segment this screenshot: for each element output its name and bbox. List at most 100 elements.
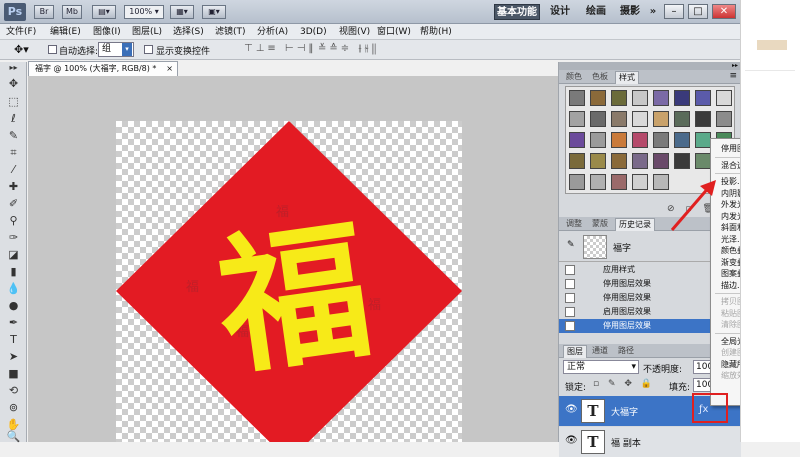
gradient-tool-icon[interactable]: ▮ (6, 264, 21, 279)
style-swatch[interactable] (695, 132, 711, 148)
tab-styles[interactable]: 样式 (615, 71, 639, 84)
style-swatch[interactable] (611, 132, 627, 148)
style-swatch[interactable] (590, 132, 606, 148)
style-swatch[interactable] (716, 90, 732, 106)
mini-bridge-button[interactable]: Mb (62, 5, 82, 19)
zoom-level-dropdown[interactable]: 100% ▾ (124, 5, 164, 19)
show-transform-checkbox[interactable] (144, 45, 153, 54)
brush-tool-icon[interactable]: ✐ (6, 196, 21, 211)
shape-tool-icon[interactable]: ■ (6, 366, 21, 381)
style-swatch[interactable] (695, 90, 711, 106)
blur-tool-icon[interactable]: 💧 (6, 281, 21, 296)
menu-help[interactable]: 帮助(H) (420, 24, 452, 40)
style-swatch[interactable] (632, 174, 648, 190)
style-swatch[interactable] (716, 111, 732, 127)
panel-menu-icon[interactable]: ≡ (729, 71, 737, 81)
close-tab-icon[interactable]: × (166, 62, 173, 76)
style-swatch[interactable] (590, 153, 606, 169)
move-tool-preset-icon[interactable]: ✥▾ (14, 43, 29, 56)
auto-select-checkbox[interactable] (48, 45, 57, 54)
workspace-photography[interactable]: 摄影 (616, 4, 644, 20)
tab-history[interactable]: 历史记录 (615, 218, 655, 231)
menu-layer[interactable]: 图层(L) (132, 24, 162, 40)
document-tab[interactable]: 福字 @ 100% (大福字, RGB/8) * × (28, 61, 178, 76)
tab-adjustments[interactable]: 调整 (563, 218, 585, 231)
maximize-button[interactable]: □ (688, 4, 708, 19)
menu-image[interactable]: 图像(I) (93, 24, 121, 40)
layer-row[interactable]: 👁 T 福 副本 (559, 427, 741, 457)
style-swatch[interactable] (674, 153, 690, 169)
style-swatch[interactable] (569, 132, 585, 148)
style-swatch[interactable] (653, 111, 669, 127)
close-window-button[interactable]: ✕ (712, 4, 736, 19)
style-swatch[interactable] (569, 111, 585, 127)
eye-visibility-icon[interactable]: 👁 (565, 404, 578, 415)
eye-visibility-icon[interactable]: 👁 (565, 435, 578, 446)
workspace-basic[interactable]: 基本功能 (494, 4, 540, 20)
style-swatch[interactable] (674, 111, 690, 127)
style-swatch[interactable] (611, 90, 627, 106)
tab-paths[interactable]: 路径 (615, 345, 637, 358)
history-item-selected[interactable]: 停用图层效果 (559, 319, 735, 333)
marquee-tool-icon[interactable]: ⬚ (6, 94, 21, 109)
style-swatch[interactable] (653, 153, 669, 169)
distribute-buttons[interactable]: ≚≙≑ ⫲⫳⫼ (318, 43, 379, 54)
tab-channels[interactable]: 通道 (589, 345, 611, 358)
style-swatch[interactable] (674, 90, 690, 106)
move-tool-icon[interactable]: ✥ (6, 76, 21, 91)
style-swatch[interactable] (653, 132, 669, 148)
3d-orbit-tool-icon[interactable]: ⊚ (6, 400, 21, 415)
panel-collapse-icon[interactable]: ▸▸ (6, 64, 21, 72)
clone-stamp-tool-icon[interactable]: ⚲ (6, 213, 21, 228)
blend-mode-dropdown[interactable]: 正常 ▾ (563, 360, 639, 374)
style-swatch[interactable] (569, 153, 585, 169)
auto-select-dropdown[interactable]: 组 ▾ (98, 42, 134, 57)
pen-tool-icon[interactable]: ✒ (6, 315, 21, 330)
view-extras-button[interactable]: ▤▾ (92, 5, 116, 19)
menu-analysis[interactable]: 分析(A) (257, 24, 288, 40)
zoom-tool-icon[interactable]: 🔍 (6, 431, 21, 442)
menu-window[interactable]: 窗口(W) (377, 24, 411, 40)
style-swatch[interactable] (695, 111, 711, 127)
lasso-tool-icon[interactable]: ℓ (6, 111, 21, 126)
menu-file[interactable]: 文件(F) (6, 24, 36, 40)
style-swatch[interactable] (590, 111, 606, 127)
type-tool-icon[interactable]: T (6, 332, 21, 347)
align-buttons[interactable]: ⊤⊥≡ ⊢⊣‖ (244, 43, 316, 54)
lock-icons[interactable]: ▫ ✎ ✥ 🔒 (593, 379, 655, 389)
style-swatch[interactable] (695, 153, 711, 169)
path-select-tool-icon[interactable]: ➤ (6, 349, 21, 364)
style-swatch[interactable] (674, 132, 690, 148)
history-brush-tool-icon[interactable]: ✑ (6, 230, 21, 245)
brush-source-icon[interactable]: ✎ (567, 240, 575, 250)
menu-3d[interactable]: 3D(D) (300, 24, 327, 40)
bridge-button[interactable]: Br (34, 5, 54, 19)
healing-brush-tool-icon[interactable]: ✚ (6, 179, 21, 194)
menu-filter[interactable]: 滤镜(T) (215, 24, 246, 40)
style-swatch[interactable] (632, 90, 648, 106)
dodge-tool-icon[interactable]: ● (6, 298, 21, 313)
menu-select[interactable]: 选择(S) (173, 24, 204, 40)
workspace-painting[interactable]: 绘画 (582, 4, 610, 20)
style-swatch[interactable] (611, 111, 627, 127)
3d-rotate-tool-icon[interactable]: ⟲ (6, 383, 21, 398)
tab-swatches[interactable]: 色板 (589, 71, 611, 84)
document-canvas[interactable]: 福 福 福 福 福 (116, 121, 462, 442)
more-workspaces-button[interactable]: » (646, 4, 660, 20)
screen-mode-button[interactable]: ▣▾ (202, 5, 226, 19)
style-swatch[interactable] (611, 153, 627, 169)
style-swatch[interactable] (632, 153, 648, 169)
style-swatch[interactable] (611, 174, 627, 190)
style-swatch[interactable] (569, 174, 585, 190)
tab-masks[interactable]: 蒙版 (589, 218, 611, 231)
style-swatch[interactable] (569, 90, 585, 106)
workspace-design[interactable]: 设计 (546, 4, 574, 20)
menu-edit[interactable]: 编辑(E) (50, 24, 81, 40)
arrange-documents-button[interactable]: ▦▾ (170, 5, 194, 19)
style-swatch[interactable] (632, 111, 648, 127)
tab-layers[interactable]: 图层 (563, 345, 587, 358)
eyedropper-tool-icon[interactable]: ⁄ (6, 162, 21, 177)
style-swatch[interactable] (632, 132, 648, 148)
style-swatch[interactable] (653, 90, 669, 106)
eraser-tool-icon[interactable]: ◪ (6, 247, 21, 262)
